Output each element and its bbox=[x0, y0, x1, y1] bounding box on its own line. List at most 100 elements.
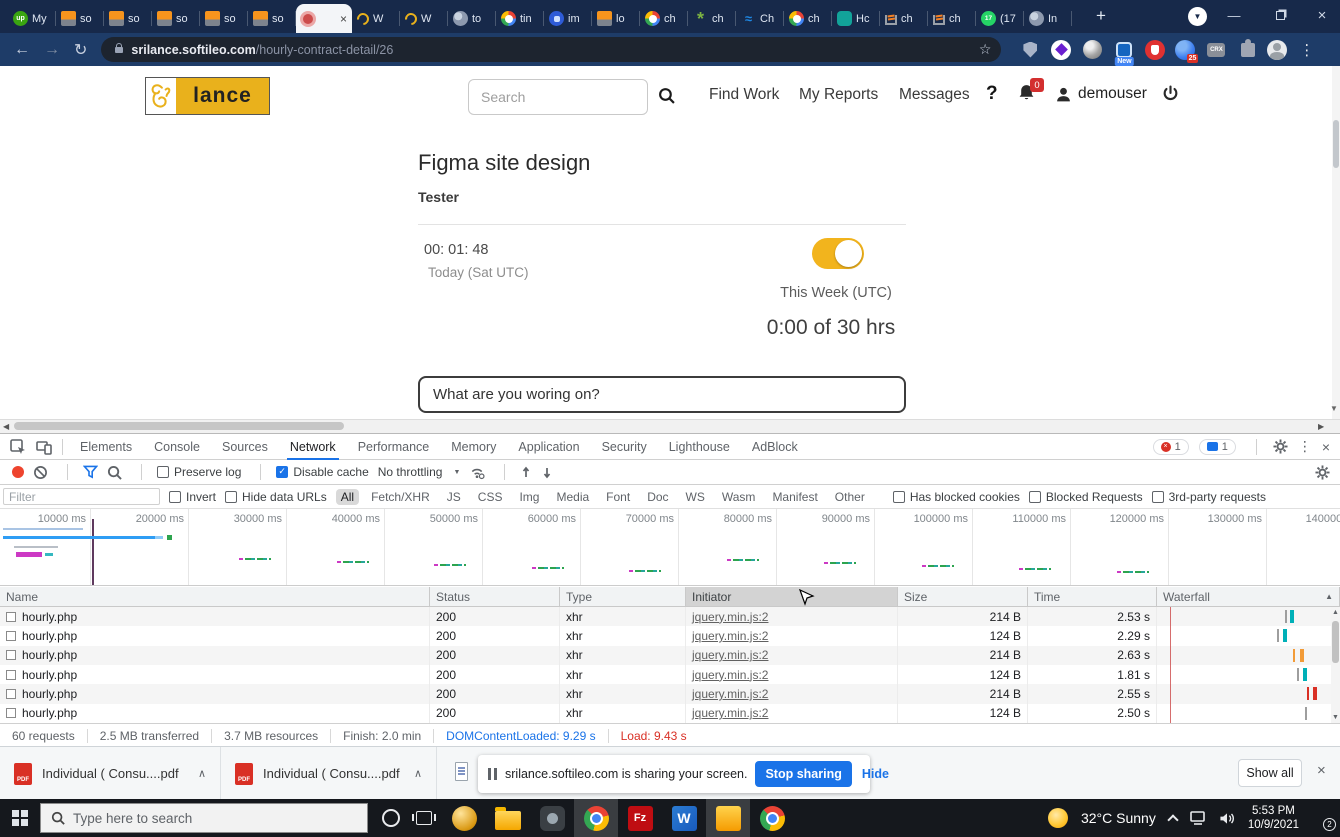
weather-sun-icon[interactable] bbox=[1048, 808, 1068, 828]
taskbar-app[interactable] bbox=[486, 799, 530, 837]
extension-icon[interactable] bbox=[1145, 40, 1165, 60]
request-type-chip[interactable]: Fetch/XHR bbox=[366, 489, 435, 505]
extension-icon[interactable] bbox=[1237, 39, 1259, 61]
search-network-icon[interactable] bbox=[107, 465, 122, 480]
devtools-tab[interactable]: Application bbox=[507, 434, 590, 460]
request-name-cell[interactable]: hourly.php bbox=[0, 646, 430, 665]
browser-tab[interactable]: tin bbox=[496, 4, 544, 33]
volume-tray-icon[interactable] bbox=[1219, 811, 1235, 826]
table-scroll-thumb[interactable] bbox=[1332, 621, 1339, 663]
scroll-right-arrow-icon[interactable]: ▶ bbox=[1318, 422, 1324, 431]
nav-messages[interactable]: Messages bbox=[899, 86, 970, 104]
column-header-size[interactable]: Size bbox=[898, 587, 1028, 606]
taskbar-clock[interactable]: 5:53 PM10/9/2021 bbox=[1248, 804, 1299, 832]
browser-tab[interactable]: so bbox=[56, 4, 104, 33]
taskbar-app[interactable] bbox=[442, 799, 486, 837]
window-restore-button[interactable] bbox=[1258, 0, 1302, 30]
browser-tab[interactable]: My bbox=[8, 4, 56, 33]
devtools-close-icon[interactable]: × bbox=[1322, 439, 1330, 455]
extension-icon[interactable] bbox=[1081, 39, 1103, 61]
request-type-chip[interactable]: CSS bbox=[473, 489, 508, 505]
cortana-button[interactable] bbox=[382, 809, 400, 827]
initiator-link[interactable]: jquery.min.js:2 bbox=[692, 687, 768, 701]
table-scroll-down-icon[interactable]: ▼ bbox=[1331, 714, 1340, 721]
network-request-row[interactable]: hourly.php 200 xhr jquery.min.js:2 124 B… bbox=[0, 704, 1340, 723]
request-type-chip[interactable]: Manifest bbox=[767, 489, 822, 505]
has-blocked-cookies-checkbox[interactable]: Has blocked cookies bbox=[893, 490, 1020, 504]
download-menu-chevron-icon[interactable]: ∧ bbox=[414, 767, 422, 780]
start-button[interactable] bbox=[12, 810, 28, 826]
action-center-button[interactable]: 2 bbox=[1312, 810, 1332, 827]
new-tab-button[interactable]: + bbox=[1090, 6, 1112, 26]
browser-tab[interactable]: ch bbox=[928, 4, 976, 33]
taskbar-search[interactable]: Type here to search bbox=[40, 803, 368, 833]
initiator-link[interactable]: jquery.min.js:2 bbox=[692, 629, 768, 643]
nav-my-reports[interactable]: My Reports bbox=[799, 86, 878, 104]
window-close-button[interactable]: × bbox=[1300, 0, 1340, 30]
request-type-chip[interactable]: Doc bbox=[642, 489, 673, 505]
extension-icon[interactable]: New bbox=[1113, 39, 1135, 61]
browser-tab[interactable]: im bbox=[544, 4, 592, 33]
export-har-icon[interactable] bbox=[541, 466, 553, 479]
browser-tab[interactable]: ch bbox=[880, 4, 928, 33]
checkbox-unchecked[interactable] bbox=[1152, 491, 1164, 503]
devtools-tab[interactable]: Network bbox=[279, 434, 347, 460]
browser-tab[interactable]: W bbox=[400, 4, 448, 33]
reload-button[interactable]: ↻ bbox=[74, 40, 87, 60]
tray-expand-chevron-icon[interactable] bbox=[1167, 814, 1178, 825]
taskbar-app[interactable] bbox=[706, 799, 750, 837]
weather-text[interactable]: 32°C Sunny bbox=[1081, 810, 1156, 826]
browser-tab[interactable]: so bbox=[104, 4, 152, 33]
back-button[interactable]: ← bbox=[14, 41, 30, 59]
invert-checkbox[interactable]: Invert bbox=[169, 490, 216, 504]
request-type-chip[interactable]: Img bbox=[514, 489, 544, 505]
browser-tab[interactable]: × bbox=[296, 4, 352, 33]
window-minimize-button[interactable]: — bbox=[1212, 0, 1256, 30]
browser-tab[interactable]: so bbox=[248, 4, 296, 33]
browser-tab[interactable]: so bbox=[152, 4, 200, 33]
site-logo[interactable]: lance bbox=[145, 77, 270, 115]
media-controls-button[interactable]: ▼ bbox=[1188, 7, 1207, 26]
request-type-chip[interactable]: JS bbox=[442, 489, 466, 505]
search-input[interactable] bbox=[468, 79, 648, 115]
network-tray-icon[interactable] bbox=[1190, 810, 1206, 826]
devtools-tab[interactable]: Console bbox=[143, 434, 211, 460]
column-header-status[interactable]: Status bbox=[430, 587, 560, 606]
profile-avatar[interactable] bbox=[1267, 40, 1287, 60]
request-type-chip[interactable]: WS bbox=[681, 489, 710, 505]
network-request-row[interactable]: hourly.php 200 xhr jquery.min.js:2 124 B… bbox=[0, 665, 1340, 684]
logout-power-icon[interactable] bbox=[1162, 85, 1179, 102]
network-settings-icon[interactable] bbox=[1315, 465, 1330, 480]
browser-tab[interactable]: so bbox=[200, 4, 248, 33]
scroll-left-arrow-icon[interactable]: ◀ bbox=[3, 422, 9, 431]
network-request-row[interactable]: hourly.php 200 xhr jquery.min.js:2 214 B… bbox=[0, 684, 1340, 703]
request-type-chip[interactable]: All bbox=[336, 489, 359, 505]
request-name-cell[interactable]: hourly.php bbox=[0, 626, 430, 645]
network-request-row[interactable]: hourly.php 200 xhr jquery.min.js:2 214 B… bbox=[0, 646, 1340, 665]
page-vertical-scroll-thumb[interactable] bbox=[1333, 120, 1339, 168]
download-menu-chevron-icon[interactable]: ∧ bbox=[198, 767, 206, 780]
network-conditions-icon[interactable] bbox=[469, 465, 485, 480]
devtools-tab[interactable]: Memory bbox=[440, 434, 507, 460]
disable-cache-checkbox[interactable]: Disable cache bbox=[276, 465, 368, 479]
network-request-row[interactable]: hourly.php 200 xhr jquery.min.js:2 124 B… bbox=[0, 626, 1340, 645]
table-scroll-up-icon[interactable]: ▲ bbox=[1331, 609, 1340, 616]
stop-sharing-button[interactable]: Stop sharing bbox=[755, 761, 851, 787]
devtools-tab[interactable]: Elements bbox=[69, 434, 143, 460]
request-name-cell[interactable]: hourly.php bbox=[0, 684, 430, 703]
network-filter-input[interactable] bbox=[3, 488, 160, 505]
taskbar-app[interactable]: W bbox=[662, 799, 706, 837]
devtools-menu-icon[interactable]: ⋮ bbox=[1298, 438, 1312, 455]
hide-link[interactable]: Hide bbox=[862, 767, 889, 781]
column-header-waterfall[interactable]: Waterfall▲ bbox=[1157, 587, 1340, 606]
device-toolbar-icon[interactable] bbox=[36, 439, 52, 455]
issues-badge[interactable]: 1 bbox=[1199, 439, 1236, 455]
import-har-icon[interactable] bbox=[520, 466, 532, 479]
user-menu[interactable]: demouser bbox=[1055, 85, 1147, 103]
extension-icon[interactable] bbox=[1205, 39, 1227, 61]
request-type-chip[interactable]: Other bbox=[830, 489, 870, 505]
inspect-element-icon[interactable] bbox=[10, 439, 26, 455]
request-type-chip[interactable]: Media bbox=[551, 489, 594, 505]
browser-tab[interactable]: W bbox=[352, 4, 400, 33]
browser-tab[interactable]: ch bbox=[784, 4, 832, 33]
